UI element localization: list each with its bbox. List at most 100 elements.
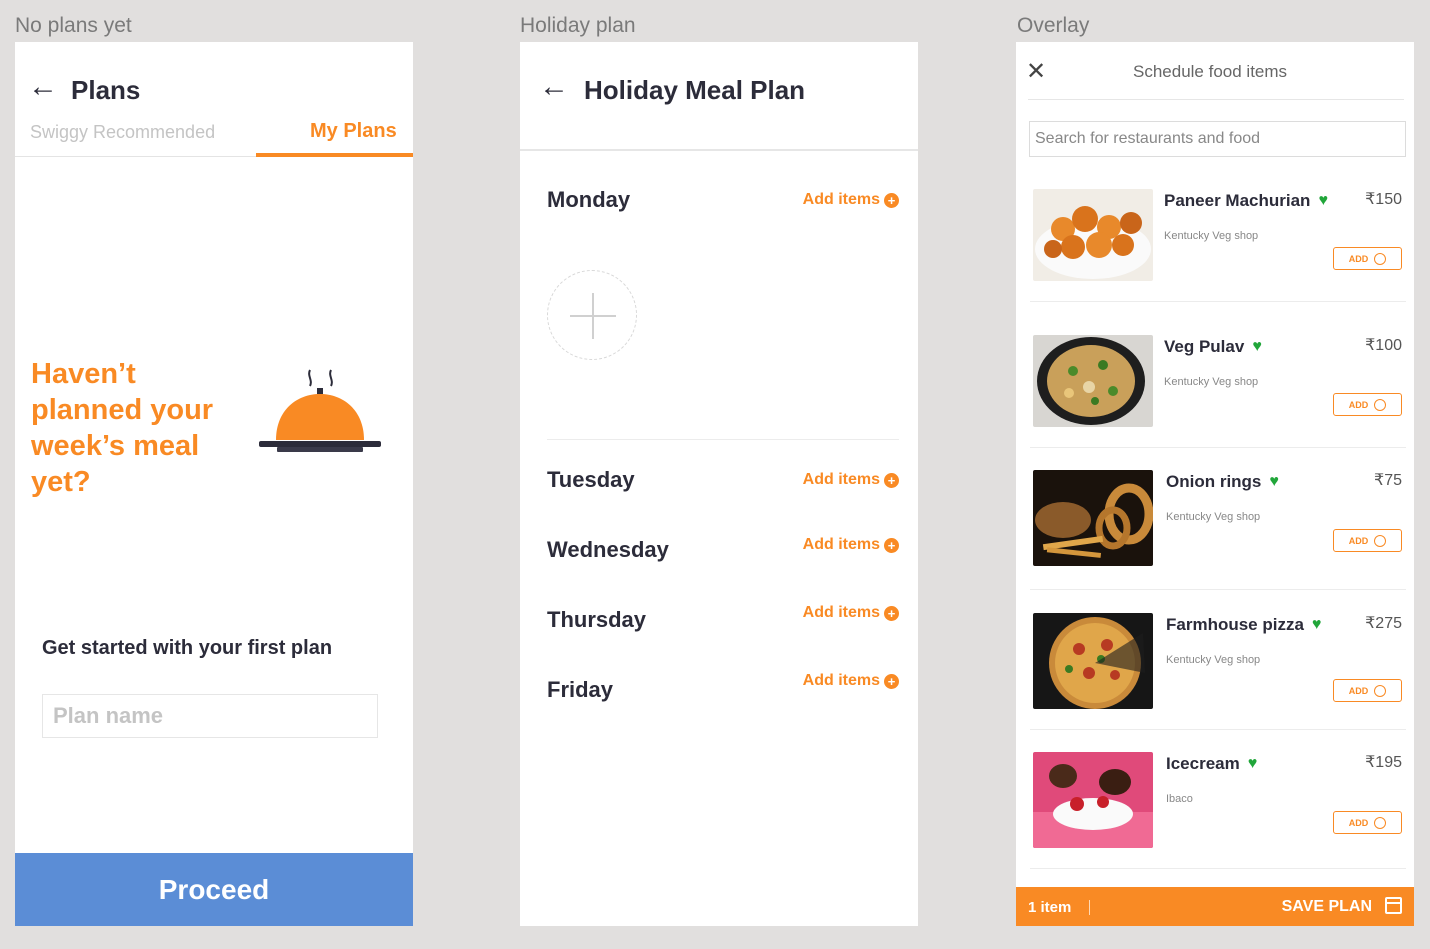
heart-icon[interactable]: ♥	[1252, 338, 1262, 356]
clock-icon	[1374, 816, 1387, 829]
cloche-tray-base	[277, 447, 363, 452]
add-items-label: Add items	[802, 672, 880, 689]
food-item: Veg Pulav ♥ ₹100 Kentucky Veg shop ADD	[1030, 331, 1406, 451]
food-image	[1033, 752, 1153, 848]
add-items-button[interactable]: Add items +	[803, 604, 899, 622]
close-icon[interactable]: ✕	[1026, 60, 1046, 84]
steam-right	[329, 369, 333, 387]
restaurant-name: Kentucky Veg shop	[1164, 230, 1259, 242]
search-input[interactable]	[1029, 121, 1406, 157]
get-started-text: Get started with your first plan	[42, 637, 333, 659]
add-items-button[interactable]: Add items +	[803, 672, 899, 690]
add-label: ADD	[1348, 253, 1369, 264]
proceed-button[interactable]: Proceed	[15, 853, 413, 926]
add-schedule-button[interactable]: ADD	[1333, 247, 1402, 270]
plan-name-input[interactable]	[42, 694, 378, 738]
add-meal-placeholder[interactable]	[547, 270, 637, 360]
plus-circle-icon: +	[884, 192, 899, 208]
clock-icon	[1374, 252, 1387, 265]
add-label: ADD	[1348, 685, 1369, 696]
add-items-button[interactable]: Add items +	[803, 471, 899, 489]
food-price: ₹75	[1374, 472, 1402, 489]
food-item: Farmhouse pizza ♥ ₹275 Kentucky Veg shop …	[1030, 609, 1406, 730]
heart-icon[interactable]: ♥	[1312, 616, 1322, 634]
item-divider	[1030, 729, 1406, 730]
food-image	[1033, 613, 1153, 709]
back-arrow-icon[interactable]: ←	[539, 72, 569, 102]
plus-circle-icon: +	[884, 673, 899, 689]
food-image	[1033, 470, 1153, 566]
add-label: ADD	[1348, 535, 1369, 546]
item-divider	[1030, 447, 1406, 448]
add-items-label: Add items	[802, 471, 880, 488]
heart-icon[interactable]: ♥	[1248, 755, 1258, 773]
cloche-tray	[259, 441, 381, 447]
restaurant-name: Kentucky Veg shop	[1164, 376, 1259, 388]
clock-icon	[1374, 534, 1387, 547]
add-items-label: Add items	[802, 191, 880, 208]
heart-icon[interactable]: ♥	[1318, 192, 1328, 210]
separator	[1089, 900, 1090, 915]
add-schedule-button[interactable]: ADD	[1333, 393, 1402, 416]
food-price: ₹195	[1365, 754, 1402, 771]
plus-circle-icon: +	[884, 472, 899, 488]
food-item: Paneer Machurian ♥ ₹150 Kentucky Veg shop…	[1030, 185, 1406, 305]
header-divider	[520, 149, 918, 151]
food-item: Onion rings ♥ ₹75 Kentucky Veg shop ADD	[1030, 466, 1406, 590]
restaurant-name: Ibaco	[1166, 793, 1193, 805]
back-arrow-icon[interactable]: ←	[28, 72, 58, 102]
plans-screen: ← Plans Swiggy Recommended My Plans Have…	[15, 42, 413, 926]
plans-header: ← Plans Swiggy Recommended My Plans	[15, 42, 413, 158]
add-label: ADD	[1348, 817, 1369, 828]
food-item: Icecream ♥ ₹195 Ibaco ADD	[1030, 748, 1406, 869]
food-name: Veg Pulav ♥	[1164, 337, 1262, 357]
save-plan-button[interactable]: SAVE PLAN	[1282, 898, 1372, 916]
frame-label-overlay: Overlay	[1017, 14, 1090, 37]
day-label: Thursday	[547, 607, 647, 632]
add-schedule-button[interactable]: ADD	[1333, 811, 1402, 834]
tab-swiggy-recommended[interactable]: Swiggy Recommended	[30, 122, 215, 143]
food-name-text: Paneer Machurian	[1164, 191, 1311, 210]
tab-my-plans[interactable]: My Plans	[310, 120, 397, 143]
page-title: Plans	[71, 75, 141, 105]
clock-icon	[1374, 684, 1387, 697]
frame-label-holiday-plan: Holiday plan	[520, 14, 636, 37]
restaurant-name: Kentucky Veg shop	[1166, 511, 1261, 523]
header-divider	[1028, 99, 1404, 100]
add-items-button[interactable]: Add items +	[803, 191, 899, 209]
food-price: ₹150	[1365, 191, 1402, 208]
steam-left	[308, 369, 312, 387]
food-image	[1033, 189, 1153, 281]
food-name: Onion rings ♥	[1166, 472, 1279, 492]
plus-circle-icon: +	[884, 537, 899, 553]
plus-circle-icon: +	[884, 605, 899, 621]
day-label: Monday	[547, 187, 631, 212]
day-divider	[547, 439, 899, 440]
page-title: Holiday Meal Plan	[584, 75, 806, 105]
cloche-dome	[276, 394, 364, 440]
holiday-plan-screen: ← Holiday Meal Plan Monday Add items + Tu…	[520, 42, 918, 926]
food-name-text: Farmhouse pizza	[1166, 615, 1304, 634]
item-count: 1 item	[1028, 899, 1072, 916]
food-price: ₹275	[1365, 615, 1402, 632]
active-tab-indicator	[256, 153, 413, 157]
food-cloche-icon	[259, 369, 381, 452]
item-divider	[1030, 868, 1406, 869]
save-plan-bar: 1 item SAVE PLAN	[1016, 887, 1414, 926]
heart-icon[interactable]: ♥	[1269, 473, 1279, 491]
restaurant-name: Kentucky Veg shop	[1166, 654, 1261, 666]
clock-icon	[1374, 398, 1387, 411]
add-schedule-button[interactable]: ADD	[1333, 679, 1402, 702]
food-name-text: Veg Pulav	[1164, 337, 1245, 356]
frame-label-no-plans: No plans yet	[15, 14, 132, 37]
food-name: Paneer Machurian ♥	[1164, 191, 1328, 211]
item-divider	[1030, 301, 1406, 302]
day-label: Friday	[547, 677, 614, 702]
item-divider	[1030, 589, 1406, 590]
food-name: Farmhouse pizza ♥	[1166, 615, 1321, 635]
food-price: ₹100	[1365, 337, 1402, 354]
calendar-icon[interactable]	[1385, 897, 1402, 914]
cloche-knob	[317, 388, 323, 394]
add-items-button[interactable]: Add items +	[803, 536, 899, 554]
add-schedule-button[interactable]: ADD	[1333, 529, 1402, 552]
